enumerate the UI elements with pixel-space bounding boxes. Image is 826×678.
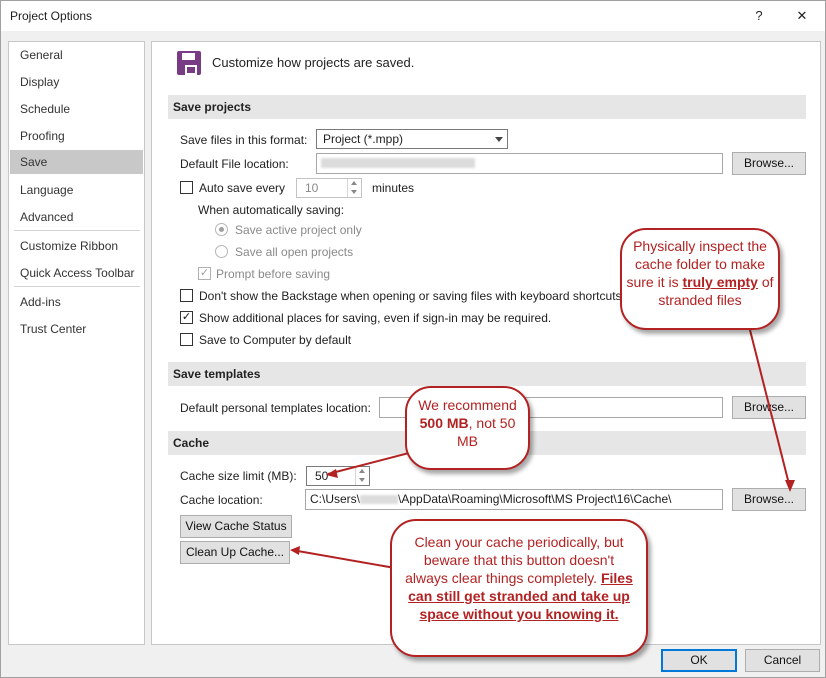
window-title: Project Options xyxy=(10,9,93,23)
radio-save-active-label: Save active project only xyxy=(235,223,362,237)
cache-path-suffix: \AppData\Roaming\Microsoft\MS Project\16… xyxy=(398,492,672,506)
chevron-down-icon xyxy=(495,137,503,142)
nav-item-language[interactable]: Language xyxy=(9,178,144,202)
templates-location-label: Default personal templates location: xyxy=(180,401,371,415)
autosave-value: 10 xyxy=(305,181,319,195)
nav-item-quick-access-toolbar[interactable]: Quick Access Toolbar xyxy=(9,261,144,285)
callout-recommend-text: We recommend xyxy=(418,397,517,413)
callout-clean-cache: Clean your cache periodically, but bewar… xyxy=(390,519,648,657)
spinner-arrows-icon[interactable] xyxy=(355,467,369,485)
cancel-button[interactable]: Cancel xyxy=(745,649,820,672)
save-to-computer-label: Save to Computer by default xyxy=(199,333,352,347)
format-value: Project (*.mpp) xyxy=(323,132,404,146)
nav-item-trust-center[interactable]: Trust Center xyxy=(9,317,144,341)
nav-item-add-ins[interactable]: Add-ins xyxy=(9,290,144,314)
nav-item-customize-ribbon[interactable]: Customize Ribbon xyxy=(9,234,144,258)
cache-location-field[interactable]: C:\Users\ \AppData\Roaming\Microsoft\MS P… xyxy=(305,489,723,510)
nav-item-schedule[interactable]: Schedule xyxy=(9,97,144,121)
nav-divider xyxy=(14,286,140,287)
nav-item-save[interactable]: Save xyxy=(10,150,143,174)
callout-recommend: We recommend 500 MB, not 50 MB xyxy=(405,386,530,470)
clean-up-cache-button[interactable]: Clean Up Cache... xyxy=(180,541,290,564)
nav-divider xyxy=(14,230,140,231)
autosave-label: Auto save every xyxy=(199,181,286,195)
section-save-templates: Save templates xyxy=(168,362,806,386)
cache-size-value: 50 xyxy=(315,469,329,483)
nav-item-general[interactable]: General xyxy=(9,43,144,67)
backstage-label: Don't show the Backstage when opening or… xyxy=(199,289,622,303)
save-to-computer-checkbox[interactable] xyxy=(180,333,193,346)
options-nav: General Display Schedule Proofing Save L… xyxy=(8,41,145,645)
radio-save-active[interactable] xyxy=(215,223,228,236)
backstage-checkbox[interactable] xyxy=(180,289,193,302)
cache-browse-button[interactable]: Browse... xyxy=(732,488,806,511)
callout-inspect-cache: Physically inspect the cache folder to m… xyxy=(620,228,780,330)
when-saving-label: When automatically saving: xyxy=(198,203,345,217)
cache-size-label: Cache size limit (MB): xyxy=(180,469,297,483)
prompt-checkbox[interactable]: ✓ xyxy=(198,267,211,280)
callout-clean-text: Clean your cache periodically, but bewar… xyxy=(405,534,624,586)
location-label: Default File location: xyxy=(180,157,289,171)
title-bar: Project Options ? ✕ xyxy=(1,1,825,31)
default-location-field[interactable] xyxy=(316,153,723,174)
templates-browse-button[interactable]: Browse... xyxy=(732,396,806,419)
nav-item-proofing[interactable]: Proofing xyxy=(9,124,144,148)
callout-inspect-emphasis: truly empty xyxy=(682,274,758,290)
additional-places-label: Show additional places for saving, even … xyxy=(199,311,552,325)
autosave-checkbox[interactable] xyxy=(180,181,193,194)
location-browse-button[interactable]: Browse... xyxy=(732,152,806,175)
close-button[interactable]: ✕ xyxy=(787,4,817,28)
nav-item-advanced[interactable]: Advanced xyxy=(9,205,144,229)
help-button[interactable]: ? xyxy=(744,4,774,28)
cache-path-prefix: C:\Users\ xyxy=(310,492,361,506)
format-dropdown[interactable]: Project (*.mpp) xyxy=(316,129,508,149)
section-save-projects: Save projects xyxy=(168,95,806,119)
redacted-path xyxy=(321,158,475,168)
autosave-minutes-spinner[interactable]: 10 xyxy=(296,178,362,198)
cache-location-label: Cache location: xyxy=(180,493,263,507)
save-icon xyxy=(177,51,201,75)
cache-size-spinner[interactable]: 50 xyxy=(306,466,370,486)
view-cache-status-button[interactable]: View Cache Status xyxy=(180,515,292,538)
redacted-username xyxy=(360,495,399,505)
radio-save-all[interactable] xyxy=(215,245,228,258)
callout-recommend-emphasis: 500 MB xyxy=(419,415,469,431)
ok-button[interactable]: OK xyxy=(661,649,737,672)
page-header: Customize how projects are saved. xyxy=(212,55,415,70)
prompt-label: Prompt before saving xyxy=(216,267,331,281)
minutes-label: minutes xyxy=(372,181,415,195)
radio-save-all-label: Save all open projects xyxy=(235,245,354,259)
format-label: Save files in this format: xyxy=(180,133,308,147)
additional-places-checkbox[interactable]: ✓ xyxy=(180,311,193,324)
spinner-arrows-icon[interactable] xyxy=(347,179,361,197)
nav-item-display[interactable]: Display xyxy=(9,70,144,94)
